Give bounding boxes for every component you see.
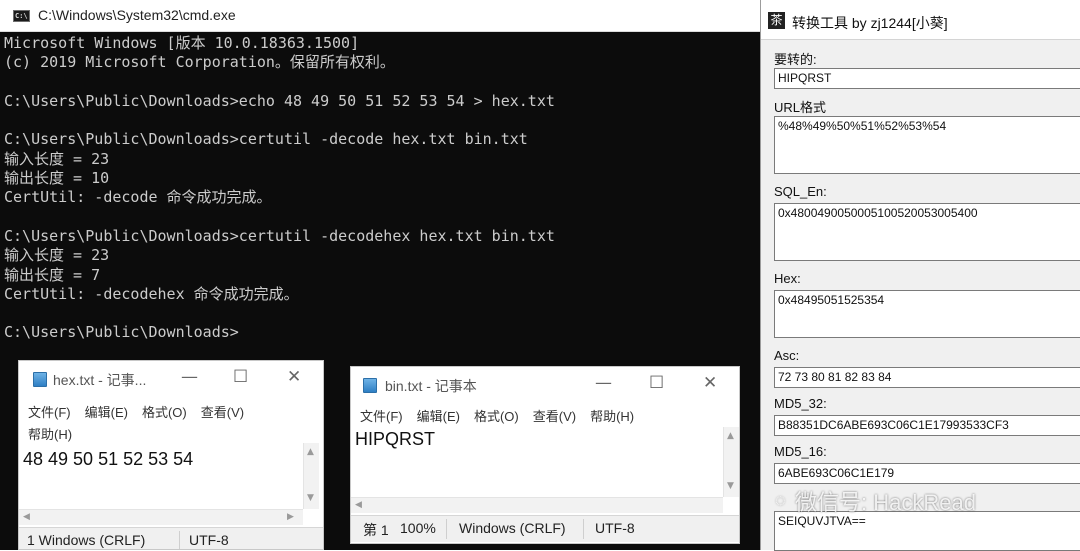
notepad-icon (33, 372, 47, 387)
status-line-ending: Windows (CRLF) (459, 520, 566, 536)
status-encoding: UTF-8 (595, 520, 635, 536)
label-md5-32: MD5_32: (774, 396, 827, 411)
notepad-icon (363, 378, 377, 393)
menu-help[interactable]: 帮助(H) (590, 409, 634, 424)
converter-tool-window[interactable]: 茶 转换工具 by zj1244[小葵] 要转的: HIPQRST URL格式 … (760, 0, 1080, 551)
scroll-down-icon[interactable]: ▼ (307, 493, 314, 503)
status-position: 第 1 (363, 522, 389, 538)
notepad-hex-title: hex.txt - 记事... (53, 372, 147, 388)
tool-app-icon: 茶 (768, 12, 785, 29)
wechat-icon: ◌ (775, 490, 786, 510)
horizontal-scrollbar[interactable]: ◀ (351, 497, 723, 513)
menu-edit[interactable]: 编辑(E) (417, 409, 460, 424)
console-line: 输出长度 = 7 (4, 265, 101, 284)
cmd-window-title: C:\Windows\System32\cmd.exe (38, 7, 236, 23)
status-zoom: 100% (400, 520, 436, 536)
menu-edit[interactable]: 编辑(E) (85, 405, 128, 420)
label-url-format: URL格式 (774, 100, 827, 115)
scroll-left-icon[interactable]: ◀ (23, 512, 30, 522)
console-line: CertUtil: -decode 命令成功完成。 (4, 188, 272, 207)
notepad-bin-titlebar[interactable]: bin.txt - 记事本 — ☐ ✕ (351, 367, 739, 401)
label-asc: Asc: (774, 348, 800, 363)
label-hex: Hex: (774, 271, 801, 286)
menu-help[interactable]: 帮助(H) (28, 424, 72, 443)
base64-output[interactable]: SEIQUVJTVA== (774, 511, 1080, 551)
console-line: 输入长度 = 23 (4, 149, 110, 168)
cmd-app-icon: C:\ (13, 10, 30, 22)
status-encoding: UTF-8 (189, 532, 229, 548)
hex-output[interactable]: 0x48495051525354 (774, 290, 1080, 338)
converter-tool-title: 转换工具 by zj1244[小葵] (792, 15, 948, 31)
console-line: Microsoft Windows [版本 10.0.18363.1500] (4, 34, 360, 52)
notepad-bin-statusbar: 第 1 100% Windows (CRLF) UTF-8 (351, 515, 739, 542)
status-separator (179, 531, 180, 549)
md5-16-output[interactable]: 6ABE693C06C1E179 (774, 463, 1080, 484)
close-icon[interactable]: ✕ (287, 367, 301, 387)
console-line: 输出长度 = 10 (4, 169, 110, 188)
md5-32-output[interactable]: B88351DC6ABE693C06C1E17993533CF3 (774, 415, 1080, 436)
console-line: CertUtil: -decodehex 命令成功完成。 (4, 284, 299, 303)
minimize-icon[interactable]: — (181, 367, 198, 387)
notepad-hex-titlebar[interactable]: hex.txt - 记事... — ☐ ✕ (19, 361, 323, 395)
notepad-bin-title: bin.txt - 记事本 (385, 378, 477, 394)
converter-tool-titlebar[interactable]: 茶 转换工具 by zj1244[小葵] (761, 0, 1080, 40)
status-line-ending: 1 Windows (CRLF) (27, 532, 146, 548)
scroll-up-icon[interactable]: ▲ (307, 447, 314, 457)
menu-file[interactable]: 文件(F) (28, 405, 71, 420)
console-line: (c) 2019 Microsoft Corporation。保留所有权利。 (4, 53, 395, 72)
menu-view[interactable]: 查看(V) (201, 405, 244, 420)
notepad-bin-text-area[interactable]: HIPQRST (355, 429, 435, 450)
menu-format[interactable]: 格式(O) (142, 405, 187, 420)
notepad-hex-statusbar: 1 Windows (CRLF) UTF-8 (19, 527, 323, 549)
sql-en-output[interactable]: 0x480049005000510052005300540​0 (774, 203, 1080, 261)
menu-format[interactable]: 格式(O) (474, 409, 519, 424)
minimize-icon[interactable]: — (595, 373, 612, 393)
vertical-scrollbar[interactable]: ▲ ▼ (303, 443, 319, 509)
vertical-scrollbar[interactable]: ▲ ▼ (723, 427, 739, 497)
watermark: 微信号: HackRead (795, 490, 976, 515)
scroll-down-icon[interactable]: ▼ (727, 481, 734, 491)
scroll-left-icon[interactable]: ◀ (355, 500, 362, 510)
input-field[interactable]: HIPQRST (774, 68, 1080, 89)
maximize-icon[interactable]: ☐ (649, 373, 664, 393)
console-line: 输入长度 = 23 (4, 246, 110, 265)
url-format-output[interactable]: %48%49%50%51%52%53%54 (774, 116, 1080, 174)
scroll-right-icon[interactable]: ▶ (287, 512, 294, 522)
console-line: C:\Users\Public\Downloads>certutil -deco… (4, 226, 555, 245)
menu-view[interactable]: 查看(V) (533, 409, 576, 424)
cmd-titlebar[interactable]: C:\ C:\Windows\System32\cmd.exe (0, 0, 760, 32)
menu-file[interactable]: 文件(F) (360, 409, 403, 424)
notepad-hex-menubar: 文件(F) 编辑(E) 格式(O) 查看(V) (28, 402, 258, 421)
notepad-hex-window[interactable]: hex.txt - 记事... — ☐ ✕ 文件(F) 编辑(E) 格式(O) 查看(… (18, 360, 324, 550)
close-icon[interactable]: ✕ (703, 373, 717, 393)
notepad-bin-menubar: 文件(F) 编辑(E) 格式(O) 查看(V) 帮助(H) (360, 406, 648, 425)
label-sql-en: SQL_En: (774, 184, 827, 199)
status-separator (583, 519, 584, 539)
maximize-icon[interactable]: ☐ (233, 367, 248, 387)
notepad-hex-text-area[interactable]: 48 49 50 51 52 53 54 (23, 449, 193, 470)
label-input: 要转的: (774, 52, 817, 67)
console-prompt[interactable]: C:\Users\Public\Downloads> (4, 323, 756, 342)
console-line: C:\Users\Public\Downloads>certutil -deco… (4, 130, 528, 149)
asc-output[interactable]: 72 73 80 81 82 83 84 (774, 367, 1080, 388)
console-line: C:\Users\Public\Downloads>echo 48 49 50 … (4, 91, 555, 110)
label-md5-16: MD5_16: (774, 444, 827, 459)
notepad-bin-window[interactable]: bin.txt - 记事本 — ☐ ✕ 文件(F) 编辑(E) 格式(O) 查看(V)… (350, 366, 740, 544)
status-separator (446, 519, 447, 539)
cmd-console-output[interactable]: Microsoft Windows [版本 10.0.18363.1500] (c… (4, 34, 756, 350)
horizontal-scrollbar[interactable]: ◀ ▶ (19, 509, 303, 525)
scroll-up-icon[interactable]: ▲ (727, 431, 734, 441)
